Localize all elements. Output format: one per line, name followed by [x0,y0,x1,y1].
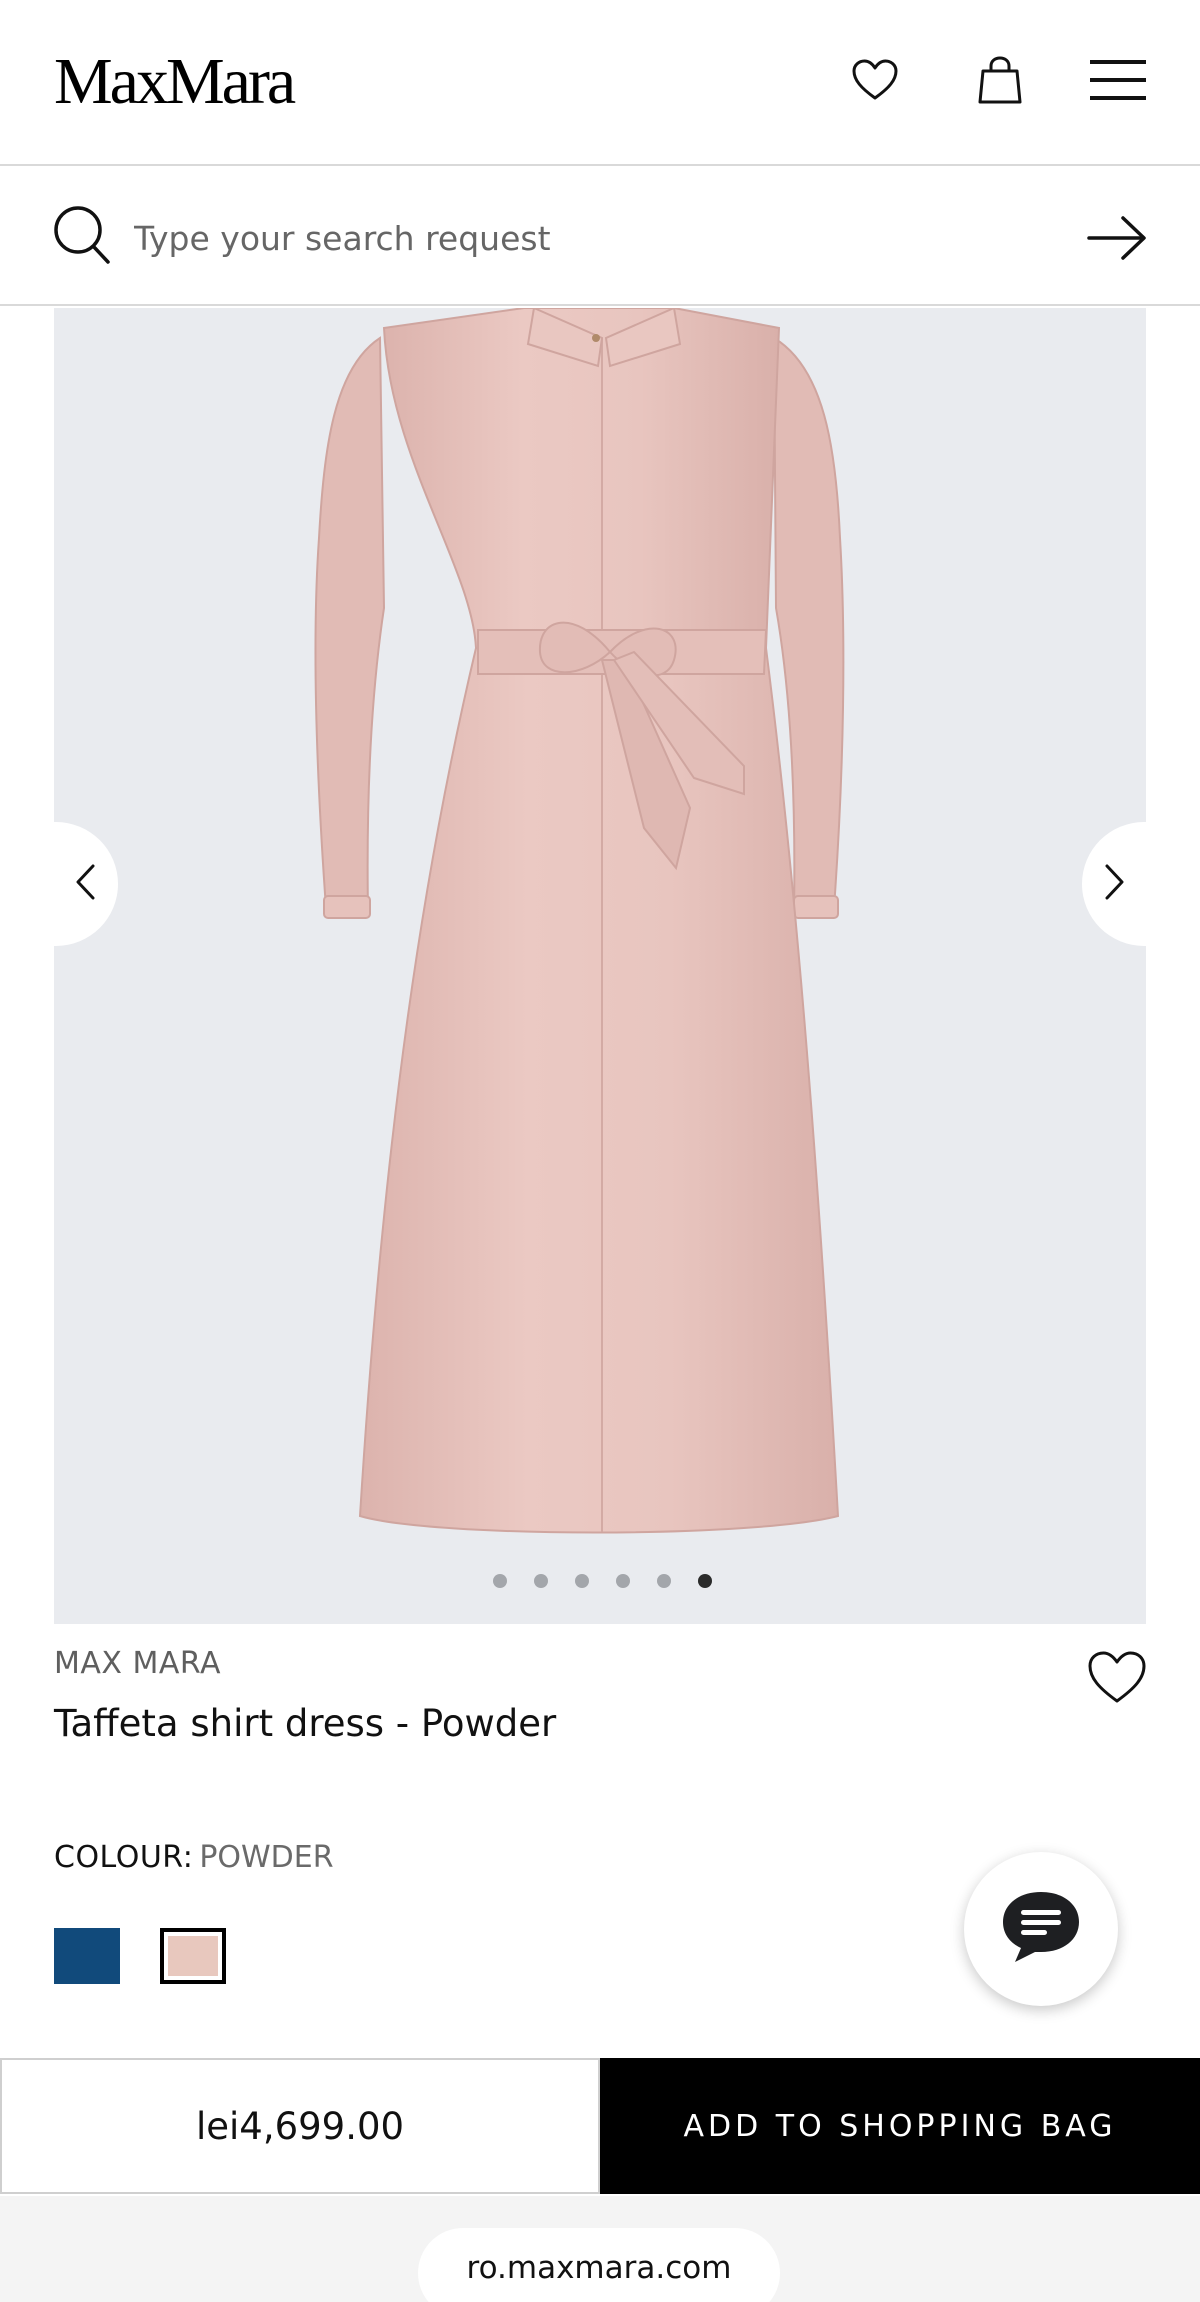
arrow-right-icon[interactable] [1086,212,1148,264]
gallery-dot[interactable] [533,1574,548,1588]
product-name: Taffeta shirt dress - Powder [54,1702,557,1745]
gallery-dot[interactable] [697,1574,712,1588]
browser-url: ro.maxmara.com [466,2250,732,2286]
colour-swatch-powder[interactable] [160,1928,226,1984]
heart-icon[interactable] [847,52,903,108]
chat-bubble-icon [999,1888,1083,1971]
product-brand: MAX MARA [54,1646,222,1681]
browser-url-pill[interactable]: ro.maxmara.com [418,2228,780,2302]
search-icon[interactable] [52,204,112,268]
gallery-dot[interactable] [574,1574,589,1588]
wishlist-heart-icon[interactable] [1086,1650,1148,1708]
product-image [314,308,845,1534]
colour-label: COLOUR: [54,1840,194,1875]
search-bar [0,168,1200,306]
site-header: MaxMara [0,0,1200,166]
chevron-right-icon [1103,863,1125,906]
gallery-dot[interactable] [615,1574,630,1588]
colour-swatch-blue[interactable] [54,1928,120,1984]
search-input[interactable] [134,210,1034,266]
colour-info: COLOUR: POWDER [54,1840,334,1875]
product-image-gallery[interactable] [54,308,1146,1624]
swatch-fill [168,1936,218,1976]
chevron-left-icon [75,863,97,906]
maxmara-logo[interactable]: MaxMara [54,44,296,120]
chat-button[interactable] [964,1852,1118,2006]
add-to-bag-button[interactable]: ADD TO SHOPPING BAG [600,2058,1200,2194]
gallery-pagination [0,1574,1200,1590]
colour-value: POWDER [199,1840,334,1875]
product-price: lei4,699.00 [0,2058,600,2194]
menu-icon[interactable] [1090,52,1146,108]
shopping-bag-icon[interactable] [972,52,1028,108]
gallery-dot[interactable] [492,1574,507,1588]
gallery-dot[interactable] [656,1574,671,1588]
